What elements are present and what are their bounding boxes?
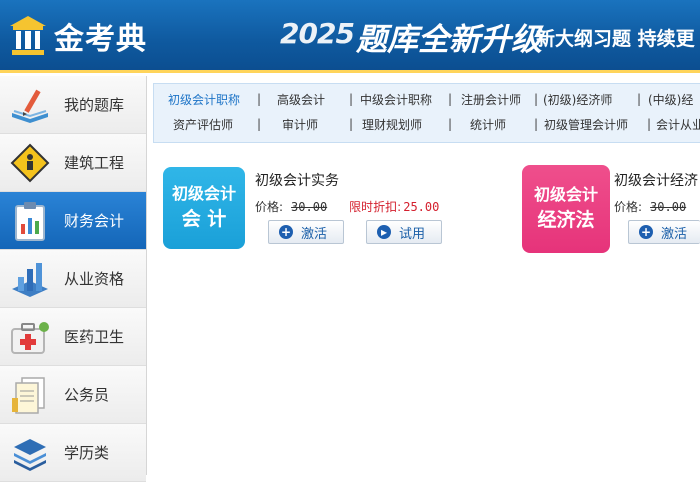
activate-button[interactable]: + 激活: [628, 220, 700, 244]
tab-junior-management-accountant[interactable]: 初级管理会计师: [544, 116, 628, 133]
sidebar-item-label: 医药卫生: [64, 328, 125, 346]
tab-separator: |: [647, 117, 652, 131]
sidebar-item-finance-accounting[interactable]: 财务会计: [0, 192, 146, 250]
construction-sign-icon: [4, 140, 56, 186]
clipboard-chart-icon: [4, 198, 56, 244]
banner-headline: 题库全新升级: [356, 22, 542, 58]
tab-intermediate-economist[interactable]: (中级)经: [648, 91, 693, 108]
activate-label: 激活: [661, 226, 688, 242]
tab-separator: |: [448, 117, 453, 131]
sidebar-item-qualification[interactable]: 从业资格: [0, 250, 146, 308]
course-badge[interactable]: 初级会计 会 计: [163, 167, 245, 249]
tab-separator: |: [637, 92, 642, 106]
tab-financial-planner[interactable]: 理财规划师: [362, 116, 422, 133]
plus-icon: +: [639, 225, 653, 239]
sidebar-item-construction[interactable]: 建筑工程: [0, 134, 146, 192]
tab-senior-accounting[interactable]: 高级会计: [277, 91, 325, 108]
tab-separator: |: [534, 92, 539, 106]
layers-icon: [4, 430, 56, 476]
price-label: 价格:: [614, 200, 643, 214]
subcategory-tabs: 初级会计职称 | 高级会计 | 中级会计职称 | 注册会计师 | (初级)经济师…: [153, 83, 700, 143]
activate-button[interactable]: + 激活: [268, 220, 344, 244]
tab-separator: |: [448, 92, 453, 106]
pencil-book-icon: [4, 82, 56, 128]
sidebar-item-medical[interactable]: 医药卫生: [0, 308, 146, 366]
tab-cpa[interactable]: 注册会计师: [461, 91, 521, 108]
trial-label: 试用: [399, 226, 426, 242]
activate-label: 激活: [301, 226, 328, 242]
sidebar-item-academic[interactable]: 学历类: [0, 424, 146, 482]
discount-price: 25.00: [403, 200, 440, 214]
tab-separator: |: [534, 117, 539, 131]
tab-auditor[interactable]: 审计师: [282, 116, 318, 133]
sidebar-item-label: 建筑工程: [64, 154, 125, 172]
plus-icon: +: [279, 225, 293, 239]
original-price: 30.00: [291, 200, 328, 214]
tab-separator: |: [349, 92, 354, 106]
badge-line1: 初级会计: [171, 184, 236, 203]
tab-asset-appraiser[interactable]: 资产评估师: [173, 116, 233, 133]
badge-line1: 初级会计: [533, 185, 598, 204]
tab-junior-accounting[interactable]: 初级会计职称: [168, 91, 240, 108]
sidebar-item-label: 公务员: [64, 386, 110, 404]
trial-button[interactable]: ▸ 试用: [366, 220, 442, 244]
sidebar-item-label: 学历类: [64, 444, 110, 462]
category-sidebar: 我的题库 建筑工程 财务会计 从业资格 医药卫生 公务员 学历类: [0, 76, 147, 482]
badge-line2: 经济法: [537, 209, 595, 231]
logo-text: 金考典: [54, 22, 147, 57]
play-icon: ▸: [377, 225, 391, 239]
logo[interactable]: 金考典: [8, 14, 147, 58]
banner-year: 2025: [280, 17, 355, 50]
medical-kit-icon: [4, 314, 56, 360]
price-label: 价格:: [255, 200, 284, 214]
original-price: 30.00: [650, 200, 687, 214]
sidebar-item-my-bank[interactable]: 我的题库: [0, 76, 146, 134]
course-badge[interactable]: 初级会计 经济法: [522, 165, 610, 253]
tab-separator: |: [349, 117, 354, 131]
tab-separator: |: [257, 117, 262, 131]
sidebar-item-label: 我的题库: [64, 96, 125, 114]
header-banner: 金考典 2025 题库全新升级 新大纲习题 持续更: [0, 0, 700, 73]
banner-subtitle: 新大纲习题 持续更: [536, 28, 695, 50]
price-row: 价格: 30.00: [614, 198, 700, 215]
course-title[interactable]: 初级会计经济: [614, 170, 700, 190]
price-row: 价格: 30.00 限时折扣: 25.00: [255, 198, 439, 215]
tab-separator: |: [257, 92, 262, 106]
tab-statistician[interactable]: 统计师: [470, 116, 506, 133]
badge-line2: 会 计: [181, 208, 227, 230]
course-title[interactable]: 初级会计实务: [255, 170, 339, 190]
tab-accounting-practitioner[interactable]: 会计从业: [656, 116, 700, 133]
header-divider: [0, 70, 700, 73]
sidebar-item-label: 财务会计: [64, 212, 125, 230]
tab-intermediate-accounting[interactable]: 中级会计职称: [360, 91, 432, 108]
sidebar-item-label: 从业资格: [64, 270, 125, 288]
tab-junior-economist[interactable]: (初级)经济师: [543, 91, 612, 108]
bar-chart-icon: [4, 256, 56, 302]
discount-label: 限时折扣:: [349, 200, 402, 214]
sidebar-item-civil-service[interactable]: 公务员: [0, 366, 146, 424]
documents-icon: [4, 372, 56, 418]
temple-logo-icon: [8, 14, 48, 58]
